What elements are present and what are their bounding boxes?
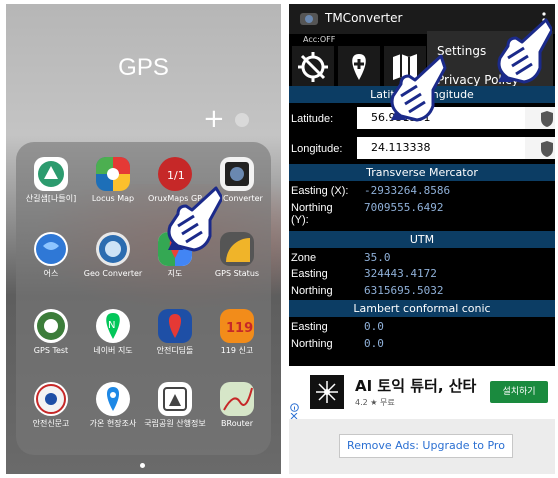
- gaon-survey-icon: [96, 382, 130, 416]
- lcc-section-header: Lambert conformal conic: [289, 300, 555, 317]
- app-geo-converter[interactable]: Geo Converter: [82, 232, 144, 279]
- folder-title: GPS: [118, 54, 169, 81]
- tm-section-header: Transverse Mercator: [289, 164, 555, 181]
- app-title: TMConverter: [325, 11, 403, 25]
- home-screen: GPS + 산길샘[나들이] Locus Map 1/1 OruxMaps GP: [6, 4, 281, 474]
- tm-easting-label: Easting (X):: [291, 185, 349, 197]
- gps-test-icon: [34, 309, 68, 343]
- national-park-icon: [158, 382, 192, 416]
- app-119[interactable]: 119 119 신고: [206, 309, 268, 356]
- locus-map-icon: [96, 157, 130, 191]
- ad-rating: 4.2 ★ 무료: [355, 398, 395, 407]
- gps-folder: 산길샘[나들이] Locus Map 1/1 OruxMaps GP TMCon…: [16, 142, 271, 455]
- ad-app-icon: [310, 375, 344, 409]
- safety-stone-icon: [158, 309, 192, 343]
- lcc-easting-value: 0.0: [364, 320, 384, 333]
- utm-zone-label: Zone: [291, 252, 317, 264]
- app-brouter[interactable]: BRouter: [206, 382, 268, 429]
- tm-northing-label: Northing (Y):: [291, 202, 333, 226]
- folder-page-indicator: [235, 113, 249, 127]
- utm-zone-value: 35.0: [364, 251, 391, 264]
- shield-icon: [541, 141, 553, 157]
- earth-icon: [34, 232, 68, 266]
- remove-ads-button[interactable]: Remove Ads: Upgrade to Pro: [339, 434, 513, 458]
- tmconverter-screen: TMConverter Acc:OFF Settings Privacy Pol…: [289, 4, 555, 474]
- app-label: 네이버 지도: [93, 346, 133, 355]
- lcc-easting-label: Easting: [291, 321, 328, 333]
- app-locus-map[interactable]: Locus Map: [82, 157, 144, 204]
- ad-info-icon[interactable]: [290, 403, 299, 412]
- ad-title: AI 토익 튜터, 산타: [355, 377, 477, 395]
- tmconverter-icon: [220, 157, 254, 191]
- app-safety-report[interactable]: 안전신문고: [20, 382, 82, 429]
- home-page-indicator: [140, 463, 145, 468]
- ad-banner[interactable]: AI 토익 튜터, 산타 4.2 ★ 무료 설치하기: [289, 366, 555, 419]
- app-national-park[interactable]: 국립공원 산행정보: [144, 382, 206, 429]
- brouter-icon: [220, 382, 254, 416]
- pointing-hand-icon: [497, 18, 552, 84]
- app-label: 안전신문고: [32, 419, 70, 428]
- svg-text:N: N: [108, 320, 115, 331]
- app-gps-test[interactable]: GPS Test: [20, 309, 82, 356]
- sparkle-icon: [316, 381, 338, 403]
- latitude-label: Latitude:: [291, 113, 334, 125]
- app-safety-stone[interactable]: 안전디딤돌: [144, 309, 206, 356]
- geo-converter-icon: [96, 232, 130, 266]
- app-label: 119 신고: [220, 346, 254, 355]
- pointing-hand-icon: [167, 186, 222, 252]
- add-pin-icon: [352, 54, 366, 80]
- app-label: 산길샘[나들이]: [25, 194, 77, 203]
- lcc-northing-value: 0.0: [364, 337, 384, 350]
- naver-map-icon: N: [96, 309, 130, 343]
- app-naver-map[interactable]: N 네이버 지도: [82, 309, 144, 356]
- ad-install-button[interactable]: 설치하기: [490, 381, 548, 403]
- app-label: 가온 현장조사: [89, 419, 137, 428]
- app-earth[interactable]: 어스: [20, 232, 82, 279]
- utm-easting-value: 324443.4172: [364, 267, 437, 280]
- app-label: BRouter: [221, 419, 253, 428]
- app-gaon-survey[interactable]: 가온 현장조사: [82, 382, 144, 429]
- app-label: Locus Map: [91, 194, 135, 203]
- tm-easting-value: -2933264.8586: [364, 184, 451, 197]
- add-app-button[interactable]: +: [203, 106, 225, 132]
- app-sangilsaem[interactable]: 산길샘[나들이]: [20, 157, 82, 204]
- longitude-label: Longitude:: [291, 143, 343, 155]
- add-location-button[interactable]: [338, 46, 380, 88]
- accuracy-status: Acc:OFF: [303, 35, 336, 44]
- svg-text:1/1: 1/1: [167, 169, 185, 182]
- longitude-button[interactable]: [525, 137, 555, 159]
- tm-northing-value: 7009555.6492: [364, 201, 444, 214]
- app-label: 지도: [167, 269, 183, 278]
- pointing-hand-icon: [390, 54, 447, 122]
- gps-status-icon: [220, 232, 254, 266]
- safety-report-icon: [34, 382, 68, 416]
- app-label: Geo Converter: [83, 269, 143, 278]
- app-label: GPS Status: [214, 269, 260, 278]
- tmconverter-logo-icon: [300, 13, 318, 25]
- gps-locate-button[interactable]: [292, 46, 334, 88]
- utm-section-header: UTM: [289, 231, 555, 248]
- app-label: 안전디딤돌: [156, 346, 194, 355]
- utm-northing-value: 6315695.5032: [364, 284, 444, 297]
- utm-easting-label: Easting: [291, 268, 328, 280]
- longitude-input[interactable]: 24.113338: [357, 137, 525, 159]
- app-label: 어스: [43, 269, 59, 278]
- crosshair-off-icon: [298, 52, 328, 82]
- svg-text:119: 119: [226, 321, 253, 336]
- app-label: 국립공원 산행정보: [144, 419, 206, 428]
- emergency-119-icon: 119: [220, 309, 254, 343]
- shield-icon: [541, 111, 553, 127]
- utm-northing-label: Northing: [291, 285, 333, 297]
- lcc-northing-label: Northing: [291, 338, 333, 350]
- trail-map-icon: [34, 157, 68, 191]
- app-label: GPS Test: [33, 346, 69, 355]
- latitude-button[interactable]: [525, 107, 555, 129]
